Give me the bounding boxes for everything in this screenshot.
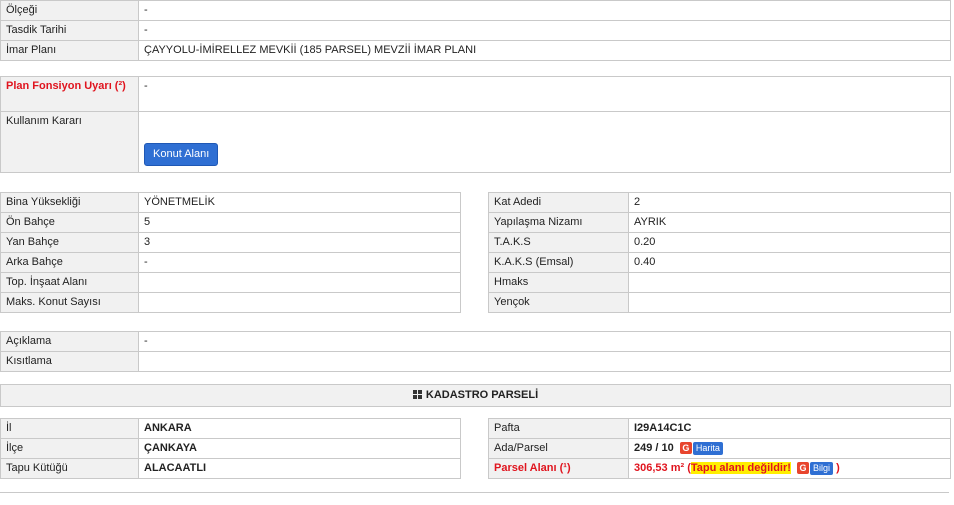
hmaks-label: Hmaks xyxy=(488,272,629,293)
google-icon: G xyxy=(679,442,692,455)
scale-value: - xyxy=(138,0,951,21)
table-row: Bina Yüksekliği YÖNETMELİK xyxy=(0,192,461,213)
max-housing-count-value xyxy=(138,292,461,313)
plan-function-warning-label: Plan Fonsiyon Uyarı (²) xyxy=(0,76,139,112)
total-construction-area-label: Top. İnşaat Alanı xyxy=(0,272,139,293)
table-row: Açıklama - xyxy=(0,331,951,352)
building-right-table: Kat Adedi 2 Yapılaşma Nizamı AYRIK T.A.K.S… xyxy=(488,192,951,313)
table-row: Yençok xyxy=(488,292,951,313)
front-yard-value: 5 xyxy=(138,212,461,233)
zoning-plan-value: ÇAYYOLU-İMİRELLEZ MEVKİİ (185 PARSEL) ME… xyxy=(138,40,951,61)
side-yard-label: Yan Bahçe xyxy=(0,232,139,253)
approval-date-value: - xyxy=(138,20,951,41)
cadastre-section-title: KADASTRO PARSELİ xyxy=(425,389,539,401)
table-row: Pafta I29A14C1C xyxy=(488,418,951,439)
block-parcel-value: 249 / 10 xyxy=(634,442,674,454)
rear-yard-label: Arka Bahçe xyxy=(0,252,139,273)
table-row: İmar Planı ÇAYYOLU-İMİRELLEZ MEVKİİ (185… xyxy=(0,40,951,61)
table-row: Maks. Konut Sayısı xyxy=(0,292,461,313)
table-row: Hmaks xyxy=(488,272,951,293)
scale-label: Ölçeği xyxy=(0,0,139,21)
paren-close: ) xyxy=(836,462,840,474)
district-label: İlçe xyxy=(0,438,139,459)
restriction-label: Kısıtlama xyxy=(0,351,139,372)
province-value: ANKARA xyxy=(138,418,461,439)
plan-info-table: Ölçeği - Tasdik Tarihi - İmar Planı ÇAYY… xyxy=(0,0,951,61)
table-row: Ön Bahçe 5 xyxy=(0,212,461,233)
table-row: Parsel Alanı (¹) 306,53 m² (Tapu alanı d… xyxy=(488,458,951,479)
table-row: Top. İnşaat Alanı xyxy=(0,272,461,293)
google-icon: G xyxy=(796,462,809,475)
plan-function-warning-value: - xyxy=(138,76,951,112)
info-link-button[interactable]: Bilgi xyxy=(809,461,833,475)
description-value: - xyxy=(138,331,951,352)
building-height-label: Bina Yüksekliği xyxy=(0,192,139,213)
title-deed-registry-label: Tapu Kütüğü xyxy=(0,458,139,479)
approval-date-label: Tasdik Tarihi xyxy=(0,20,139,41)
construction-order-value: AYRIK xyxy=(628,212,951,233)
province-label: İl xyxy=(0,418,139,439)
table-row: Yapılaşma Nizamı AYRIK xyxy=(488,212,951,233)
restriction-value xyxy=(138,351,951,372)
table-row: Tapu Kütüğü ALACAATLI xyxy=(0,458,461,479)
usage-table: Plan Fonsiyon Uyarı (²) - Kullanım Karar… xyxy=(0,76,951,173)
parcel-area-cell: 306,53 m² (Tapu alanı değildir! G Bilgi ) xyxy=(628,458,951,479)
floor-count-value: 2 xyxy=(628,192,951,213)
table-row: Yan Bahçe 3 xyxy=(0,232,461,253)
table-row: K.A.K.S (Emsal) 0.40 xyxy=(488,252,951,273)
table-row: Kat Adedi 2 xyxy=(488,192,951,213)
cadastre-right-table: Pafta I29A14C1C Ada/Parsel 249 / 10 G Har… xyxy=(488,418,951,479)
deed-area-warning: Tapu alanı değildir! xyxy=(690,462,791,474)
hmaks-value xyxy=(628,272,951,293)
parcel-area-value: 306,53 m² xyxy=(634,462,685,474)
table-row: Ada/Parsel 249 / 10 G Harita xyxy=(488,438,951,459)
building-height-value: YÖNETMELİK xyxy=(138,192,461,213)
table-row: Arka Bahçe - xyxy=(0,252,461,273)
residential-area-button[interactable]: Konut Alanı xyxy=(144,143,219,166)
zoning-plan-label: İmar Planı xyxy=(0,40,139,61)
building-left-table: Bina Yüksekliği YÖNETMELİK Ön Bahçe 5 Yan … xyxy=(0,192,461,313)
table-row: Kullanım Kararı Konut Alanı xyxy=(0,111,951,173)
table-row: İlçe ÇANKAYA xyxy=(0,438,461,459)
map-link-button[interactable]: Harita xyxy=(692,441,723,455)
taks-label: T.A.K.S xyxy=(488,232,629,253)
max-housing-count-label: Maks. Konut Sayısı xyxy=(0,292,139,313)
description-label: Açıklama xyxy=(0,331,139,352)
sheet-label: Pafta xyxy=(488,418,629,439)
yencok-label: Yençok xyxy=(488,292,629,313)
grid-icon xyxy=(412,390,422,399)
table-row: Kısıtlama xyxy=(0,351,951,372)
sheet-value: I29A14C1C xyxy=(628,418,951,439)
district-value: ÇANKAYA xyxy=(138,438,461,459)
side-yard-value: 3 xyxy=(138,232,461,253)
table-row: Plan Fonsiyon Uyarı (²) - xyxy=(0,76,951,112)
title-deed-registry-value: ALACAATLI xyxy=(138,458,461,479)
taks-value: 0.20 xyxy=(628,232,951,253)
cadastre-left-table: İl ANKARA İlçe ÇANKAYA Tapu Kütüğü ALACAATL… xyxy=(0,418,461,479)
block-parcel-label: Ada/Parsel xyxy=(488,438,629,459)
table-row: Ölçeği - xyxy=(0,0,951,21)
parcel-area-label: Parsel Alanı (¹) xyxy=(488,458,629,479)
kaks-label: K.A.K.S (Emsal) xyxy=(488,252,629,273)
yencok-value xyxy=(628,292,951,313)
next-section-divider xyxy=(0,492,949,505)
cadastre-section-header: KADASTRO PARSELİ xyxy=(0,384,951,407)
total-construction-area-value xyxy=(138,272,461,293)
construction-order-label: Yapılaşma Nizamı xyxy=(488,212,629,233)
table-row: T.A.K.S 0.20 xyxy=(488,232,951,253)
rear-yard-value: - xyxy=(138,252,461,273)
table-row: İl ANKARA xyxy=(0,418,461,439)
kaks-value: 0.40 xyxy=(628,252,951,273)
land-use-label: Kullanım Kararı xyxy=(0,111,139,173)
floor-count-label: Kat Adedi xyxy=(488,192,629,213)
front-yard-label: Ön Bahçe xyxy=(0,212,139,233)
block-parcel-cell: 249 / 10 G Harita xyxy=(628,438,951,459)
notes-table: Açıklama - Kısıtlama xyxy=(0,331,951,372)
table-row: Tasdik Tarihi - xyxy=(0,20,951,41)
land-use-value: Konut Alanı xyxy=(138,111,951,173)
